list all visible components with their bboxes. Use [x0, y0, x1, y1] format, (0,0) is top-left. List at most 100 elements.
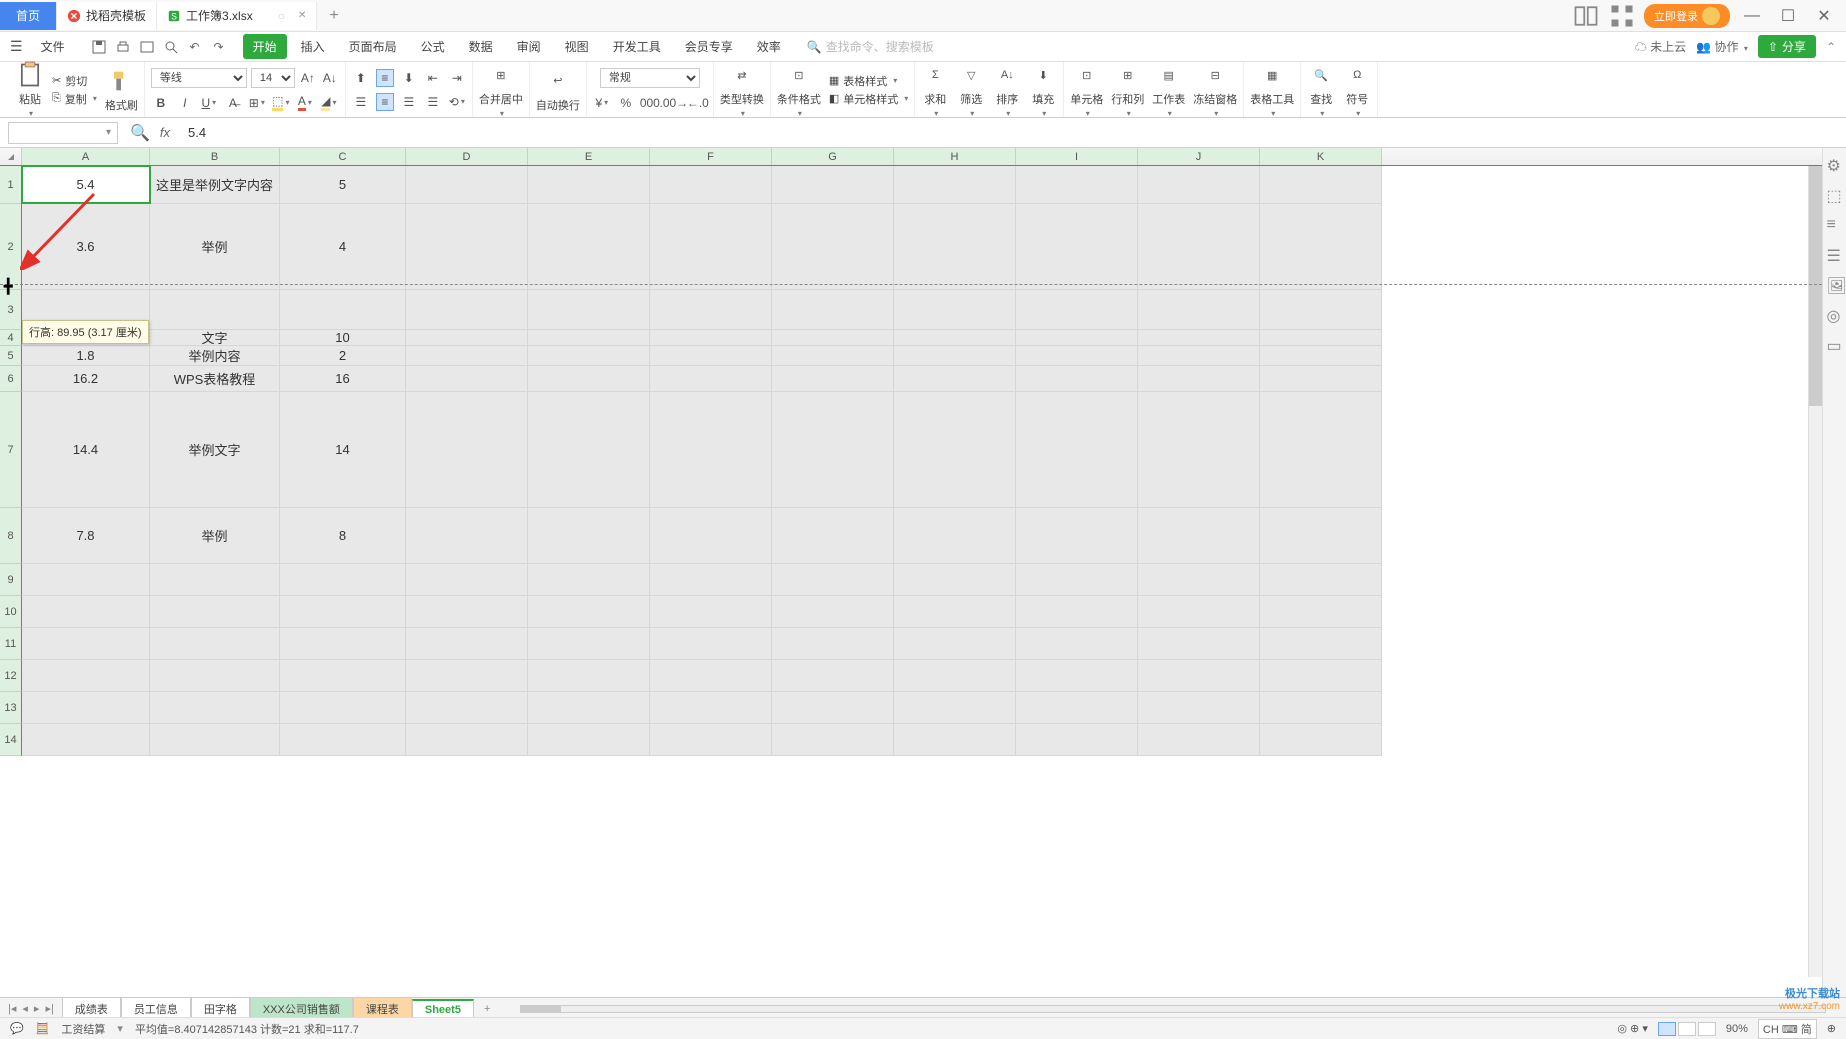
cell-K3[interactable] — [1260, 290, 1382, 329]
cell-D2[interactable] — [406, 204, 528, 289]
cell-F2[interactable] — [650, 204, 772, 289]
sheet-last-icon[interactable]: ▸| — [45, 1002, 53, 1015]
cell-A13[interactable] — [22, 692, 150, 723]
sheet-first-icon[interactable]: |◂ — [8, 1002, 16, 1015]
menu-insert[interactable]: 插入 — [291, 34, 335, 59]
col-header-G[interactable]: G — [772, 148, 894, 165]
cell-K9[interactable] — [1260, 564, 1382, 595]
cell-B14[interactable] — [150, 724, 280, 755]
indent-increase-icon[interactable]: ⇥ — [448, 69, 466, 87]
cell-J8[interactable] — [1138, 508, 1260, 563]
name-box-dropdown-icon[interactable]: ▾ — [106, 127, 111, 138]
cell-K8[interactable] — [1260, 508, 1382, 563]
cell-A14[interactable] — [22, 724, 150, 755]
cell-E8[interactable] — [528, 508, 650, 563]
cell-D6[interactable] — [406, 366, 528, 391]
fx-icon[interactable]: fx — [160, 125, 170, 140]
sum-button[interactable]: Σ求和▾ — [921, 61, 949, 118]
collapse-ribbon-icon[interactable]: ⌃ — [1826, 40, 1836, 54]
side-settings-icon[interactable]: ⚙ — [1827, 156, 1843, 172]
cell-G3[interactable] — [772, 290, 894, 329]
col-header-H[interactable]: H — [894, 148, 1016, 165]
cell-G9[interactable] — [772, 564, 894, 595]
orientation-icon[interactable]: ⟲▾ — [448, 93, 466, 111]
menu-page-layout[interactable]: 页面布局 — [339, 34, 407, 59]
cell-I13[interactable] — [1016, 692, 1138, 723]
cell-H14[interactable] — [894, 724, 1016, 755]
type-convert-button[interactable]: ⇄类型转换▾ — [720, 61, 764, 118]
decimal-increase-icon[interactable]: .00→ — [665, 94, 683, 112]
cell-E13[interactable] — [528, 692, 650, 723]
cell-D14[interactable] — [406, 724, 528, 755]
decrease-font-icon[interactable]: A↓ — [321, 69, 339, 87]
preview-icon[interactable] — [163, 39, 179, 55]
cell-H8[interactable] — [894, 508, 1016, 563]
cell-D11[interactable] — [406, 628, 528, 659]
cell-J4[interactable] — [1138, 330, 1260, 345]
menu-efficiency[interactable]: 效率 — [747, 34, 791, 59]
cell-B13[interactable] — [150, 692, 280, 723]
cell-J12[interactable] — [1138, 660, 1260, 691]
status-mode-icon[interactable]: 💬 — [10, 1022, 24, 1035]
cell-G6[interactable] — [772, 366, 894, 391]
cut-button[interactable]: ✂剪切 — [52, 73, 97, 89]
vertical-scroll-thumb[interactable] — [1809, 166, 1822, 406]
cell-D4[interactable] — [406, 330, 528, 345]
cell-F4[interactable] — [650, 330, 772, 345]
cell-E2[interactable] — [528, 204, 650, 289]
menu-start[interactable]: 开始 — [243, 34, 287, 59]
cell-K13[interactable] — [1260, 692, 1382, 723]
cell-H13[interactable] — [894, 692, 1016, 723]
cell-I8[interactable] — [1016, 508, 1138, 563]
cell-B8[interactable]: 举例 — [150, 508, 280, 563]
side-image-icon[interactable]: 🖼 — [1827, 276, 1843, 292]
command-search[interactable]: 🔍 查找命令、搜索模板 — [807, 38, 934, 55]
cell-K14[interactable] — [1260, 724, 1382, 755]
cell-I4[interactable] — [1016, 330, 1138, 345]
name-box[interactable]: ▾ — [8, 122, 118, 144]
cell-K10[interactable] — [1260, 596, 1382, 627]
col-header-J[interactable]: J — [1138, 148, 1260, 165]
cell-K7[interactable] — [1260, 392, 1382, 507]
merge-button[interactable]: ⊞合并居中▾ — [479, 61, 523, 118]
cell-A10[interactable] — [22, 596, 150, 627]
sheet-tab-6[interactable]: Sheet5 — [412, 999, 474, 1019]
cell-E6[interactable] — [528, 366, 650, 391]
menu-data[interactable]: 数据 — [459, 34, 503, 59]
menu-member[interactable]: 会员专享 — [675, 34, 743, 59]
cell-D9[interactable] — [406, 564, 528, 595]
cell-H9[interactable] — [894, 564, 1016, 595]
coop-button[interactable]: 👥 协作 ▾ — [1696, 38, 1748, 55]
cell-G5[interactable] — [772, 346, 894, 365]
cell-G11[interactable] — [772, 628, 894, 659]
align-bottom-icon[interactable]: ⬇ — [400, 69, 418, 87]
decimal-decrease-icon[interactable]: ←.0 — [689, 94, 707, 112]
cell-E1[interactable] — [528, 166, 650, 203]
highlight-button[interactable]: ◢▾ — [320, 94, 338, 112]
cell-J3[interactable] — [1138, 290, 1260, 329]
login-button[interactable]: 立即登录 — [1644, 4, 1730, 28]
cell-button[interactable]: ⊡单元格▾ — [1070, 61, 1103, 118]
cells-area[interactable]: 5.4这里是举例文字内容53.6举例49.9文字101.8举例内容216.2WP… — [22, 166, 1382, 756]
align-center-icon[interactable]: ≡ — [376, 93, 394, 111]
cond-format-button[interactable]: ⊡条件格式▾ — [777, 61, 821, 118]
fx-cancel-icon[interactable]: 🔍 — [130, 123, 150, 143]
row-header-4[interactable]: 4 — [0, 330, 22, 346]
col-header-E[interactable]: E — [528, 148, 650, 165]
col-header-A[interactable]: A — [22, 148, 150, 165]
cell-B6[interactable]: WPS表格教程 — [150, 366, 280, 391]
row-header-11[interactable]: 11 — [0, 628, 22, 660]
layout-icon[interactable] — [1572, 2, 1600, 30]
cell-C12[interactable] — [280, 660, 406, 691]
cell-E4[interactable] — [528, 330, 650, 345]
row-header-12[interactable]: 12 — [0, 660, 22, 692]
cell-B4[interactable]: 文字 — [150, 330, 280, 345]
ime-indicator[interactable]: CH ⌨ 简 — [1758, 1019, 1817, 1039]
print-icon[interactable] — [115, 39, 131, 55]
cell-C3[interactable] — [280, 290, 406, 329]
align-right-icon[interactable]: ☰ — [400, 93, 418, 111]
status-calc-icon[interactable]: 🧮 — [36, 1022, 50, 1035]
cell-J9[interactable] — [1138, 564, 1260, 595]
cell-A11[interactable] — [22, 628, 150, 659]
cell-I9[interactable] — [1016, 564, 1138, 595]
